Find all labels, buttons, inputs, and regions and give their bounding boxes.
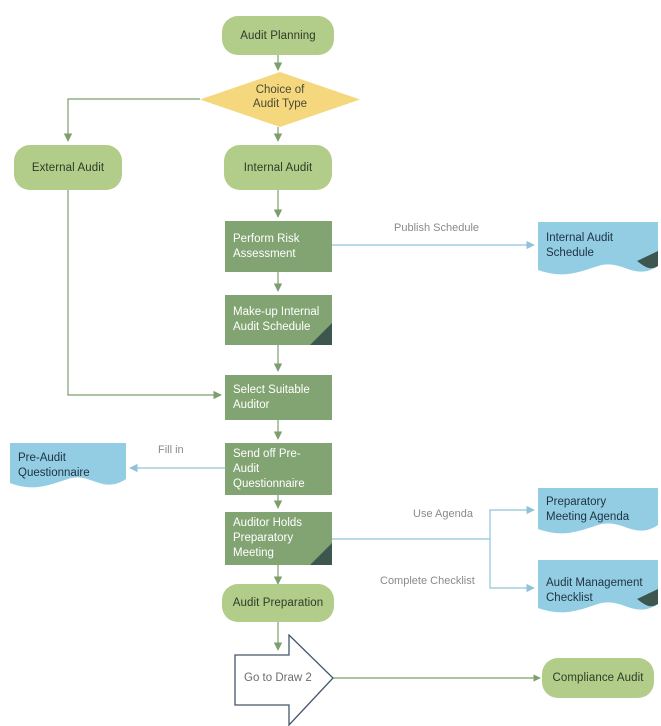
edge-label-complete-checklist: Complete Checklist bbox=[380, 575, 475, 587]
node-internal-audit-label: Internal Audit bbox=[243, 161, 313, 174]
node-internal-audit[interactable]: Internal Audit bbox=[224, 145, 332, 190]
node-perform-risk-assessment-label: Perform Risk Assessment bbox=[233, 232, 300, 260]
node-audit-preparation[interactable]: Audit Preparation bbox=[222, 584, 334, 622]
node-choice-of-audit-type[interactable]: Choice of Audit Type bbox=[200, 72, 360, 127]
node-external-audit[interactable]: External Audit bbox=[14, 145, 122, 190]
node-pre-audit-questionnaire-doc-label: Pre-Audit Questionnaire bbox=[18, 452, 90, 479]
node-internal-audit-schedule-doc-label: Internal Audit Schedule bbox=[546, 232, 614, 259]
edge-label-fill-in: Fill in bbox=[158, 444, 184, 456]
node-send-off-pre-audit-questionnaire[interactable]: Send off Pre-Audit Questionnaire bbox=[225, 443, 332, 495]
node-makeup-internal-audit-schedule[interactable]: Make-up Internal Audit Schedule bbox=[225, 295, 332, 345]
node-perform-risk-assessment[interactable]: Perform Risk Assessment bbox=[225, 221, 332, 272]
node-pre-audit-questionnaire-doc[interactable]: Pre-Audit Questionnaire bbox=[10, 443, 126, 491]
edge-label-publish-schedule: Publish Schedule bbox=[394, 222, 480, 234]
corner-fold-icon bbox=[310, 323, 332, 345]
node-internal-audit-schedule-doc[interactable]: Internal Audit Schedule bbox=[538, 222, 658, 279]
flowchart-canvas: Publish Schedule Fill in Use Agenda Comp… bbox=[0, 0, 661, 726]
node-audit-management-checklist-doc-label: Audit Management Checklist bbox=[546, 577, 643, 604]
node-send-off-pre-audit-questionnaire-label: Send off Pre-Audit Questionnaire bbox=[233, 447, 305, 490]
node-audit-management-checklist-doc[interactable]: Audit Management Checklist bbox=[538, 560, 658, 617]
node-auditor-holds-preparatory-meeting[interactable]: Auditor Holds Preparatory Meeting bbox=[225, 512, 332, 565]
node-preparatory-meeting-agenda-doc-label: Preparatory Meeting Agenda bbox=[546, 496, 630, 523]
node-choice-of-audit-type-label-line2: Audit Type bbox=[252, 98, 308, 110]
node-select-suitable-auditor-label: Select Suitable Auditor bbox=[233, 383, 310, 411]
node-go-to-draw-2-label: Go to Draw 2 bbox=[244, 672, 312, 684]
node-audit-planning-label: Audit Planning bbox=[240, 29, 316, 42]
node-select-suitable-auditor[interactable]: Select Suitable Auditor bbox=[225, 375, 332, 420]
corner-fold-icon bbox=[310, 543, 332, 565]
node-preparatory-meeting-agenda-doc[interactable]: Preparatory Meeting Agenda bbox=[538, 488, 658, 538]
node-external-audit-label: External Audit bbox=[31, 161, 105, 174]
node-audit-preparation-label: Audit Preparation bbox=[232, 597, 324, 609]
node-go-to-draw-2[interactable]: Go to Draw 2 bbox=[234, 634, 334, 726]
node-audit-planning[interactable]: Audit Planning bbox=[222, 16, 334, 55]
node-compliance-audit[interactable]: Compliance Audit bbox=[542, 658, 654, 698]
edge-label-use-agenda: Use Agenda bbox=[413, 508, 473, 520]
node-compliance-audit-label: Compliance Audit bbox=[552, 672, 644, 684]
node-choice-of-audit-type-label-line1: Choice of bbox=[255, 84, 305, 96]
